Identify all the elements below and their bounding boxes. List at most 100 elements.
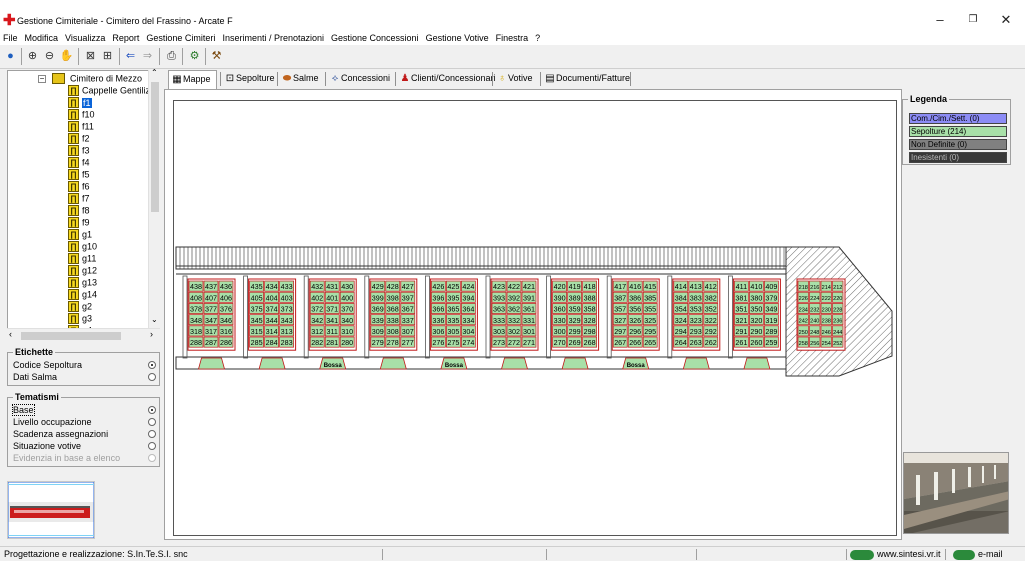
scroll-right-icon[interactable]: › [150, 329, 153, 339]
menu-visualizza[interactable]: Visualizza [62, 32, 109, 45]
tab-salme[interactable]: ⬬ Salme [279, 70, 323, 88]
option-codice-sepoltura[interactable]: Codice Sepoltura [13, 360, 158, 371]
print-icon[interactable]: ⎙ [163, 48, 180, 65]
fit-window-icon[interactable]: ⊠ [82, 48, 99, 65]
option-dati-salma[interactable]: Dati Salma [13, 372, 158, 383]
radio-codice-sepoltura[interactable] [148, 361, 156, 369]
radio-dati-salma[interactable] [148, 373, 156, 381]
option-base[interactable]: Base [12, 404, 158, 416]
option-situazione-votive[interactable]: Situazione votive [13, 441, 158, 452]
radio-situazione-votive[interactable] [148, 442, 156, 450]
cemetery-tree[interactable]: − Cimitero di Mezzo ∏ Cappelle Gentilizie… [7, 70, 160, 342]
tree-item-f8[interactable]: ∏ f8 [68, 204, 90, 217]
tree-vscroll-thumb[interactable] [151, 82, 159, 212]
legend-label: Non Definite (0) [911, 140, 968, 149]
status-bar: Progettazione e realizzazione: S.In.Te.S… [0, 546, 1025, 560]
minimize-button[interactable]: – [925, 10, 955, 30]
tab-sepolture[interactable]: ⊡ Sepolture [222, 70, 275, 88]
scroll-left-icon[interactable]: ‹ [9, 329, 12, 339]
tree-item-label: f3 [82, 145, 90, 156]
niche-code: 416 [629, 282, 641, 291]
menu-gestione-cimiteri[interactable]: Gestione Cimiteri [143, 32, 219, 45]
arcate-map[interactable]: 438 437 436408 407 406378 377 376348 347 346318 3… [174, 101, 896, 535]
radio-scadenza-assegnazioni[interactable] [148, 430, 156, 438]
sector-icon: ∏ [68, 157, 79, 169]
tree-item-g3[interactable]: ∏ g3 [68, 312, 92, 325]
tree-item-f1[interactable]: ∏ f1 [68, 96, 92, 109]
tree-root[interactable]: − Cimitero di Mezzo [38, 72, 142, 85]
zoom-out-icon[interactable]: ⊖ [41, 48, 58, 65]
hand-pan-icon[interactable]: ✋ [58, 48, 75, 65]
niche-code: 270 [554, 338, 566, 347]
toolbar-separator [119, 48, 120, 65]
menu-inserimenti[interactable]: Inserimenti / Prenotazioni [219, 32, 328, 45]
tab-concessioni[interactable]: ⟡ Concessioni [327, 70, 392, 88]
tab-documenti[interactable]: ▤Documenti/Fatture [542, 70, 630, 88]
tree-vertical-scrollbar[interactable]: ⌃ ⌄ [148, 68, 160, 328]
tree-item-f4[interactable]: ∏ f4 [68, 156, 90, 169]
tree-item-cappelle-gentilizie[interactable]: ∏ Cappelle Gentilizie [68, 84, 157, 97]
restore-button[interactable]: ❐ [958, 10, 988, 30]
legend-item-comunali[interactable]: Com./Cim./Sett. (0) [909, 113, 1007, 124]
ossuary-base[interactable] [682, 357, 710, 370]
option-livello-occupazione[interactable]: Livello occupazione [13, 417, 158, 428]
menu-report[interactable]: Report [109, 32, 143, 45]
ossuary-base[interactable] [379, 357, 407, 370]
scroll-up-icon[interactable]: ⌃ [151, 68, 158, 77]
tree-item-g12[interactable]: ∏ g12 [68, 264, 97, 277]
tab-votive[interactable]: ♁ Votive [494, 70, 538, 88]
ossuary-base[interactable] [743, 357, 771, 370]
ossuary-base[interactable] [258, 357, 286, 370]
tree-item-f11[interactable]: ∏ f11 [68, 120, 94, 133]
legend-item-sepolture[interactable]: Sepolture (214) [909, 126, 1007, 137]
tree-item-g13[interactable]: ∏ g13 [68, 276, 97, 289]
ossuary-base[interactable] [500, 357, 529, 370]
scroll-down-icon[interactable]: ⌄ [151, 315, 158, 324]
arrow-right-icon[interactable]: ⇒ [139, 48, 156, 65]
tree-item-g11[interactable]: ∏ g11 [68, 252, 96, 265]
overview-thumbnail[interactable] [7, 481, 95, 539]
ossuary-base[interactable] [561, 357, 589, 370]
menu-help[interactable]: ? [532, 32, 544, 45]
tree-item-g10[interactable]: ∏ g10 [68, 240, 97, 253]
tree-item-f3[interactable]: ∏ f3 [68, 144, 90, 157]
niche-code: 292 [705, 327, 717, 336]
gear-icon[interactable]: ⚙ [186, 48, 203, 65]
tools-icon[interactable]: ⚒ [208, 48, 225, 65]
status-website[interactable]: www.sintesi.vr.it [877, 549, 941, 560]
niche-code: 238 [822, 319, 831, 325]
tree-item-g14[interactable]: ∏ g14 [68, 288, 97, 301]
menu-gestione-votive[interactable]: Gestione Votive [423, 32, 493, 45]
tree-item-f10[interactable]: ∏ f10 [68, 108, 95, 121]
full-extent-icon[interactable]: ⊞ [99, 48, 116, 65]
map-canvas[interactable]: 438 437 436 408 407 406 378 377 376 348 347 346 318 3… [173, 100, 897, 536]
status-email[interactable]: e-mail [978, 549, 1003, 560]
tree-item-g2[interactable]: ∏ g2 [68, 300, 92, 313]
arrow-left-icon[interactable]: ⇐ [122, 48, 139, 65]
zoom-in-icon[interactable]: ⊕ [24, 48, 41, 65]
menu-file[interactable]: File [0, 32, 22, 45]
radio-base[interactable] [148, 406, 156, 414]
radio-livello-occupazione[interactable] [148, 418, 156, 426]
menu-finestra[interactable]: Finestra [493, 32, 533, 45]
legend-item-inesistenti[interactable]: Inesistenti (0) [909, 152, 1007, 163]
globe-icon[interactable]: ● [2, 48, 19, 65]
menu-gestione-concessioni[interactable]: Gestione Concessioni [328, 32, 423, 45]
tree-item-f6[interactable]: ∏ f6 [68, 180, 90, 193]
tree-item-f2[interactable]: ∏ f2 [68, 132, 90, 145]
tab-clienti[interactable]: ♟ Clienti/Concessionari [397, 70, 496, 88]
tree-item-label: f1 [82, 97, 92, 108]
ossuary-base[interactable] [197, 357, 226, 370]
tree-item-g1[interactable]: ∏ g1 [68, 228, 92, 241]
menu-modifica[interactable]: Modifica [22, 32, 63, 45]
tree-hscroll-thumb[interactable] [21, 332, 121, 340]
legend-item-non-definite[interactable]: Non Definite (0) [909, 139, 1007, 150]
tree-item-f9[interactable]: ∏ f9 [68, 216, 90, 229]
tree-item-f5[interactable]: ∏ f5 [68, 168, 90, 181]
option-scadenza-assegnazioni[interactable]: Scadenza assegnazioni [13, 429, 158, 440]
tree-item-f7[interactable]: ∏ f7 [68, 192, 90, 205]
tab-mappe[interactable]: ▦Mappe [168, 70, 217, 90]
close-button[interactable]: ✕ [991, 10, 1021, 30]
tree-collapse-icon[interactable]: − [38, 74, 46, 83]
tree-horizontal-scrollbar[interactable]: ‹ › [7, 328, 160, 342]
